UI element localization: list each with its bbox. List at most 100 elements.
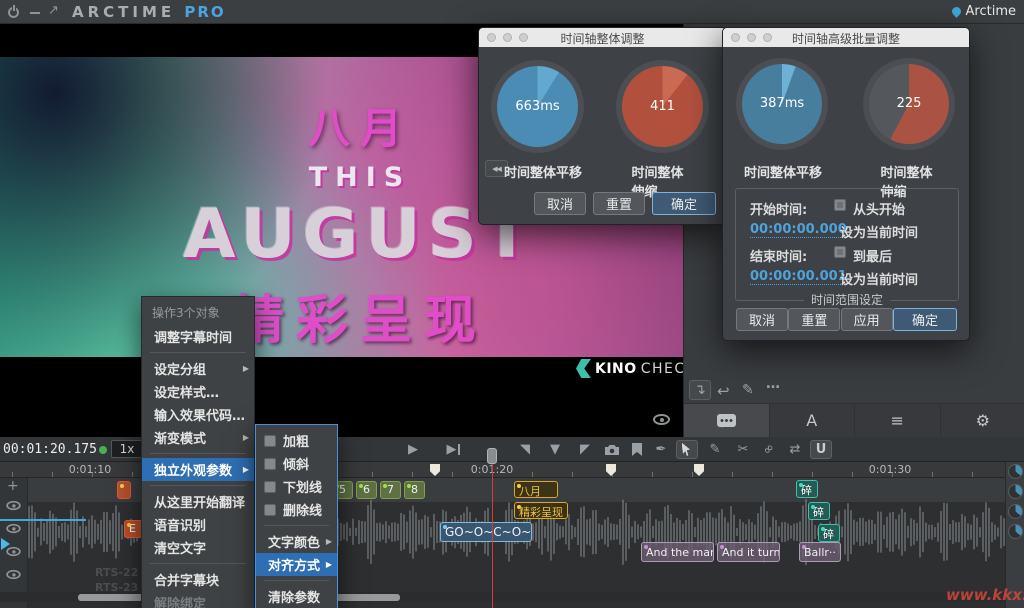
scissors-icon[interactable]: ✂ xyxy=(732,440,754,459)
account-menu[interactable]: Arctime xyxy=(952,4,1016,19)
pen-tool-icon[interactable]: ✒ xyxy=(650,440,672,459)
menu-item-effect-code[interactable]: 输入效果代码… xyxy=(142,403,254,426)
from-start-checkbox[interactable] xyxy=(834,199,846,211)
menu-item-translate-from-here[interactable]: 从这里开始翻译 xyxy=(142,490,254,513)
track-eye-icon[interactable] xyxy=(6,501,20,510)
subtitle-block-yellow[interactable]: 八月 xyxy=(514,481,558,498)
menu-item-merge-blocks[interactable]: 合并字幕块 xyxy=(142,568,254,591)
time-shift-knob[interactable]: 387ms xyxy=(742,64,822,144)
shift-knob-ring: 663ms xyxy=(491,60,584,153)
titlebar: ↗ ARCTIME PRO Arctime xyxy=(0,0,1024,24)
tab-text-style[interactable]: A xyxy=(770,404,856,437)
swap-icon[interactable]: ⇄ xyxy=(784,440,806,459)
subtitle-block-numbered[interactable]: 8 xyxy=(404,481,425,499)
track-eye-icon[interactable] xyxy=(6,524,20,533)
cursor-icon xyxy=(682,443,693,457)
submenu-arrow-icon: ▶ xyxy=(243,364,249,373)
timecode-display[interactable]: 00:01:20.175 xyxy=(3,442,97,457)
subtitle-visibility-eye-icon[interactable] xyxy=(653,414,670,425)
corner-ne-tool[interactable]: ◥ xyxy=(514,440,536,459)
tab-list[interactable]: ≡ xyxy=(855,404,941,437)
menu-item-set-group[interactable]: 设定分组▶ xyxy=(142,357,254,380)
submenu-item-text-color[interactable]: 文字颜色▶ xyxy=(256,530,337,553)
reset-button[interactable]: 重置 xyxy=(593,192,645,215)
more-icon[interactable]: … xyxy=(766,376,780,392)
menu-item-set-style[interactable]: 设定样式… xyxy=(142,380,254,403)
subtitle-block-cn[interactable]: 碎 xyxy=(796,480,818,498)
skip-to-end-button[interactable]: ▶ xyxy=(442,440,464,459)
apply-button[interactable]: 应用 xyxy=(841,308,893,331)
pencil-icon[interactable]: ✎ xyxy=(742,382,754,398)
bookmark-icon[interactable] xyxy=(626,440,648,459)
from-start-label: 从头开始 xyxy=(853,199,905,218)
dialog-titlebar[interactable]: 时间轴高级批量调整 xyxy=(723,28,969,47)
submenu-item-bold[interactable]: 加粗 xyxy=(256,429,337,452)
mini-knob[interactable] xyxy=(1008,484,1023,499)
minimize-icon[interactable] xyxy=(30,12,40,14)
menu-item-speech-recognition[interactable]: 语音识别 xyxy=(142,513,254,536)
camera-icon[interactable] xyxy=(601,440,623,459)
undo-icon[interactable]: ↩ xyxy=(717,382,730,400)
checkbox xyxy=(264,435,276,447)
end-time-value[interactable]: 00:00:00.001 xyxy=(750,269,847,285)
cancel-button[interactable]: 取消 xyxy=(736,308,788,331)
mini-knob[interactable] xyxy=(1008,524,1023,539)
list-icon: ≡ xyxy=(891,411,904,430)
submenu-item-clear-params[interactable]: 清除参数 xyxy=(256,585,337,608)
subtitle-block-numbered[interactable]: 7 xyxy=(380,481,401,499)
reset-button[interactable]: 重置 xyxy=(788,308,840,331)
subtitle-block-en[interactable]: And it turn· xyxy=(717,542,780,562)
subtitle-block-numbered[interactable]: 6 xyxy=(356,481,377,499)
mini-knob[interactable] xyxy=(1008,504,1023,519)
track-eye-icon[interactable] xyxy=(6,570,20,579)
dialog-titlebar[interactable]: 时间轴整体调整 xyxy=(479,28,726,47)
ok-button[interactable]: 确定 xyxy=(652,192,716,215)
time-range-group: 开始时间: 从头开始 00:00:00.000 设为当前时间 结束时间: 到最后… xyxy=(735,188,959,301)
tab-subtitles[interactable] xyxy=(684,404,770,437)
submenu-arrow-icon: ▶ xyxy=(326,560,332,569)
menu-item-independent-appearance[interactable]: 独立外观参数▶ xyxy=(142,458,254,481)
tab-settings[interactable]: ⚙ xyxy=(941,404,1024,437)
submenu-item-italic[interactable]: 倾斜 xyxy=(256,452,337,475)
cancel-button[interactable]: 取消 xyxy=(534,192,586,215)
mini-knob[interactable] xyxy=(1008,464,1023,479)
app-logo: ARCTIME PRO xyxy=(72,3,226,21)
set-current-time-1[interactable]: 设为当前时间 xyxy=(840,222,918,241)
add-track-button[interactable]: + xyxy=(7,478,19,494)
menu-item-clear-text[interactable]: 清空文字 xyxy=(142,536,254,559)
link-icon[interactable]: ∞ xyxy=(755,435,784,464)
subtitle-block-cn[interactable]: 碎 xyxy=(818,524,840,542)
to-end-checkbox[interactable] xyxy=(834,246,846,258)
power-icon[interactable] xyxy=(8,7,19,18)
selection-line xyxy=(0,519,86,521)
subtitle-block-lyric[interactable]: GO~O~C~O~·· xyxy=(440,522,532,542)
subtitle-block-cn[interactable]: 碎 xyxy=(808,502,830,520)
time-shift-knob[interactable]: 663ms xyxy=(497,66,578,147)
select-tool-button[interactable] xyxy=(676,440,698,459)
subtitle-block-yellow[interactable]: 精彩呈现 xyxy=(514,502,568,519)
ok-button[interactable]: 确定 xyxy=(893,308,957,331)
route-tool-button[interactable]: ↴ xyxy=(689,380,711,400)
subtitle-block-en[interactable]: And the man i· xyxy=(641,542,714,562)
triangle-down-tool[interactable]: ▼ xyxy=(544,440,566,459)
play-button[interactable]: ▶ xyxy=(402,440,424,459)
subtitle-block-en[interactable]: Ballr·· xyxy=(799,542,841,562)
expand-icon[interactable]: ↗ xyxy=(48,3,59,18)
edit-tool-icon[interactable]: ✎ xyxy=(704,440,726,459)
corner-sw-tool[interactable]: ◤ xyxy=(574,440,596,459)
menu-item-gradient-mode[interactable]: 渐变模式▶ xyxy=(142,426,254,449)
shift-knob-ring: 387ms xyxy=(736,58,828,150)
end-time-label: 结束时间: xyxy=(750,246,807,265)
time-stretch-knob[interactable]: 411 xyxy=(622,66,703,147)
submenu-item-alignment[interactable]: 对齐方式▶ xyxy=(256,553,337,576)
playhead-handle[interactable] xyxy=(487,448,497,464)
submenu-item-underline[interactable]: 下划线 xyxy=(256,475,337,498)
magnet-snap-button[interactable]: U xyxy=(810,440,832,459)
time-stretch-knob[interactable]: 225 xyxy=(869,64,949,144)
set-current-time-2[interactable]: 设为当前时间 xyxy=(840,269,918,288)
menu-item-adjust-subtitle-time[interactable]: 调整字幕时间 xyxy=(142,325,254,348)
subtitle-block-selected[interactable] xyxy=(117,481,131,499)
submenu-item-strikethrough[interactable]: 删除线 xyxy=(256,498,337,521)
appearance-submenu: 加粗 倾斜 下划线 删除线 文字颜色▶ 对齐方式▶ 清除参数 xyxy=(255,424,338,608)
start-time-value[interactable]: 00:00:00.000 xyxy=(750,222,847,238)
